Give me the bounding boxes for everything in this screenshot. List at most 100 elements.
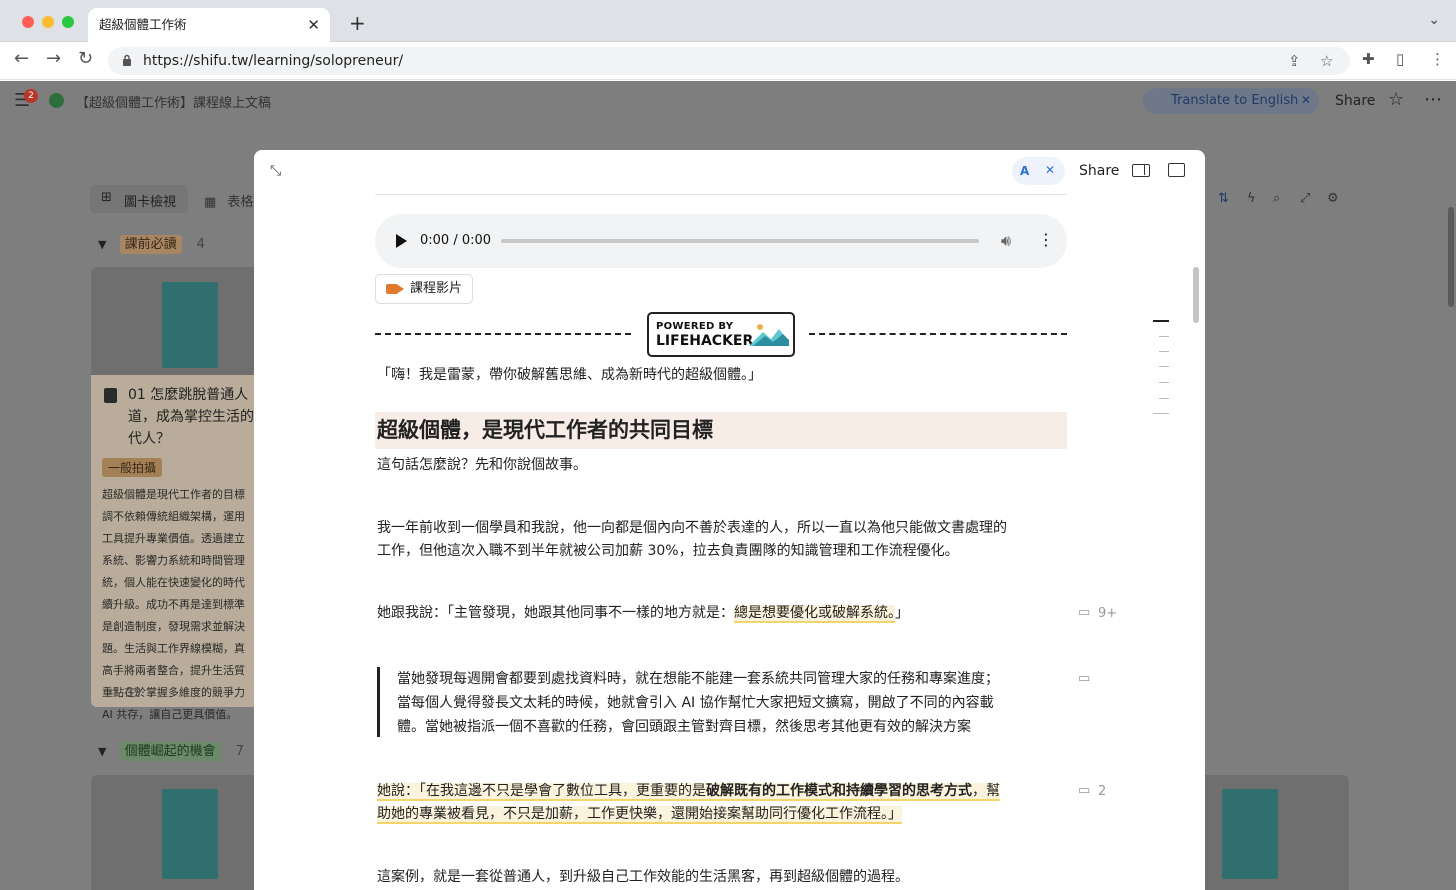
gallery-card[interactable] — [1205, 775, 1349, 890]
notion-page: ☰ 2 【超級個體工作術】課程線上文稿 Translate to English… — [0, 81, 1456, 890]
paragraph-2-line-1: 我一年前收到一個學員和我說，他一向都是個內向不善於表達的人，所以一直以為他只能做… — [377, 520, 1007, 536]
settings-icon[interactable]: ⚙ — [1327, 191, 1339, 206]
close-window-icon[interactable] — [22, 16, 34, 28]
play-icon[interactable] — [396, 234, 407, 248]
forward-icon[interactable]: → — [46, 48, 61, 69]
quote-line-2: 當每個人覺得發長文太耗的時候，她就會引入 AI 協作幫忙大家把短文擴寫，開啟了不… — [397, 695, 994, 711]
group-header[interactable]: ▼ 個體崛起的機會 7 — [98, 740, 244, 761]
add-comment-icon[interactable]: ▭ — [1078, 671, 1090, 686]
address-bar[interactable]: https://shifu.tw/learning/solopreneur/ ⇪… — [108, 47, 1350, 75]
highlighted-text[interactable]: 她說：「在我這邊不只是學會了數位工具，更重要的是 — [377, 783, 706, 801]
modal-scrollbar[interactable] — [1193, 267, 1199, 323]
comments-icon[interactable] — [1168, 163, 1185, 177]
quote-block: 當她發現每週開會都要到處找資料時，就在想能不能建一套系統共同管理大家的任務和專案… — [377, 667, 1047, 737]
comment-thread-icon[interactable]: ▭ — [1078, 783, 1090, 798]
reload-icon[interactable]: ↻ — [78, 48, 93, 69]
gallery-card[interactable]: 01 怎麼跳脫普通人 道，成為掌控生活的 代人？ 一般拍攝 超級個體是現代工作者… — [91, 267, 261, 721]
outline-marker[interactable] — [1159, 366, 1169, 367]
page-scrollbar[interactable] — [1448, 207, 1454, 307]
audio-player[interactable]: 0:00 / 0:00 🔊︎ ⋮ — [375, 214, 1067, 268]
group-count: 7 — [235, 744, 244, 759]
tab-strip: 超級個體工作術 ✕ + ⌄ — [0, 0, 1456, 42]
maximize-window-icon[interactable] — [62, 16, 74, 28]
translate-close-icon[interactable]: ✕ — [1045, 163, 1055, 177]
highlighted-text[interactable]: 總是想要優化或破解系統。 — [734, 605, 895, 623]
translate-label: Translate to English — [1171, 93, 1299, 108]
top-divider — [375, 194, 1067, 195]
share-button[interactable]: Share — [1335, 93, 1375, 109]
tab-title: 超級個體工作術 — [99, 17, 187, 32]
audio-more-icon[interactable]: ⋮ — [1038, 230, 1054, 249]
comment-icon: ▭ — [108, 685, 119, 698]
back-icon[interactable]: ← — [14, 48, 29, 69]
sidebar-layout-divider — [1144, 165, 1145, 175]
section-heading: 超級個體，是現代工作者的共同目標 — [375, 412, 1067, 449]
search-icon[interactable]: ⌕ — [1273, 191, 1280, 206]
outline-marker[interactable] — [1159, 351, 1169, 352]
comment-count[interactable]: 9+ — [1098, 606, 1117, 621]
outline-marker[interactable] — [1159, 398, 1169, 399]
card-cover-image — [162, 789, 218, 879]
video-button[interactable]: 課程影片 — [375, 274, 473, 304]
notion-topbar: ☰ 2 【超級個體工作術】課程線上文稿 Translate to English… — [0, 81, 1456, 123]
paragraph-3-text: 她跟我說：「主管發現，她跟其他同事不一樣的地方就是： — [377, 605, 734, 621]
open-full-page-icon[interactable]: ⤡ — [270, 163, 281, 179]
expand-icon[interactable]: ⤢ — [1300, 191, 1310, 206]
favorite-star-icon[interactable]: ☆ — [1388, 89, 1404, 110]
highlighted-bold-text[interactable]: 破解既有的工作模式和持續學習的思考方式 — [706, 783, 972, 801]
card-cover-image — [162, 282, 218, 368]
outline-marker[interactable] — [1159, 336, 1169, 337]
page-title: 【超級個體工作術】課程線上文稿 — [76, 96, 272, 111]
browser-tab[interactable]: 超級個體工作術 ✕ — [88, 8, 330, 42]
page-icon — [104, 388, 117, 403]
automation-icon[interactable]: ϟ — [1247, 191, 1256, 206]
browser-toolbar: ← → ↻ https://shifu.tw/learning/solopren… — [0, 42, 1456, 80]
notification-badge: 2 — [24, 89, 38, 103]
paragraph-4-line-1: 她說：「在我這邊不只是學會了數位工具，更重要的是破解既有的工作模式和持續學習的思… — [377, 780, 1000, 803]
translate-close-icon[interactable]: ✕ — [1301, 93, 1311, 107]
comment-thread-icon[interactable]: ▭ — [1078, 605, 1090, 620]
dashed-divider-right — [809, 333, 1067, 335]
group-header[interactable]: ▼ 課前必讀 4 — [98, 233, 205, 254]
sidebar-layout-icon[interactable] — [1132, 164, 1150, 177]
browser-menu-icon[interactable]: ⋮ — [1430, 50, 1445, 68]
status-check-icon — [49, 93, 64, 108]
brand-text: LIFEHACKER — [656, 333, 754, 349]
volume-icon[interactable]: 🔊︎ — [1001, 231, 1011, 251]
powered-by-text: POWERED BY — [656, 321, 734, 332]
audio-progress-bar[interactable] — [501, 239, 979, 243]
highlighted-text[interactable]: ，幫 — [972, 783, 1000, 801]
quote-line-1: 當她發現每週開會都要到處找資料時，就在想能不能建一套系統共同管理大家的任務和專案… — [397, 671, 999, 687]
table-label: 表格 — [227, 195, 254, 210]
more-icon[interactable]: ⋯ — [1424, 89, 1442, 110]
group-tag: 個體崛起的機會 — [119, 742, 221, 761]
outline-marker[interactable] — [1159, 382, 1169, 383]
chevron-down-icon[interactable]: ⌄ — [1428, 12, 1440, 28]
url-text: https://shifu.tw/learning/solopreneur/ — [143, 53, 404, 69]
page-peek-modal: ⤡ A ✕ Share 0:00 / 0:00 🔊︎ ⋮ 課程影片 POWERE… — [254, 150, 1205, 890]
share-page-icon[interactable]: ⇪ — [1288, 52, 1301, 70]
side-panel-icon[interactable]: ▯ — [1396, 50, 1404, 68]
intro-paragraph: 「嗨！我是雷蒙，帶你破解舊思維、成為新時代的超級個體。」 — [377, 367, 762, 383]
bookmark-star-icon[interactable]: ☆ — [1320, 52, 1333, 70]
view-tab-gallery[interactable]: ⊞ 圖卡檢視 — [90, 185, 188, 213]
extensions-icon[interactable]: ✚ — [1362, 50, 1375, 68]
highlighted-text[interactable]: 助她的專業被看見，不只是加薪，工作更快樂，還開始接案幫助同行優化工作流程。」 — [377, 806, 902, 824]
card-cover — [91, 267, 261, 375]
gallery-label: 圖卡檢視 — [124, 195, 177, 210]
video-button-label: 課程影片 — [410, 281, 463, 296]
sort-icon[interactable]: ⇅ — [1218, 191, 1229, 206]
comment-count[interactable]: 2 — [1098, 784, 1106, 799]
browser-chrome: 超級個體工作術 ✕ + ⌄ ← → ↻ https://shifu.tw/lea… — [0, 0, 1456, 80]
share-button[interactable]: Share — [1079, 163, 1119, 179]
tab-close-icon[interactable]: ✕ — [307, 8, 320, 42]
table-icon: ▦ — [204, 195, 217, 210]
minimize-window-icon[interactable] — [42, 16, 54, 28]
paragraph-3-end: 」 — [895, 605, 909, 621]
outline-marker[interactable] — [1153, 413, 1169, 414]
new-tab-icon[interactable]: + — [349, 11, 366, 35]
view-tab-table[interactable]: ▦ 表格 — [204, 191, 253, 210]
outline-marker-active[interactable] — [1153, 320, 1169, 322]
mountain-icon — [749, 324, 789, 346]
gallery-card[interactable] — [91, 775, 261, 890]
